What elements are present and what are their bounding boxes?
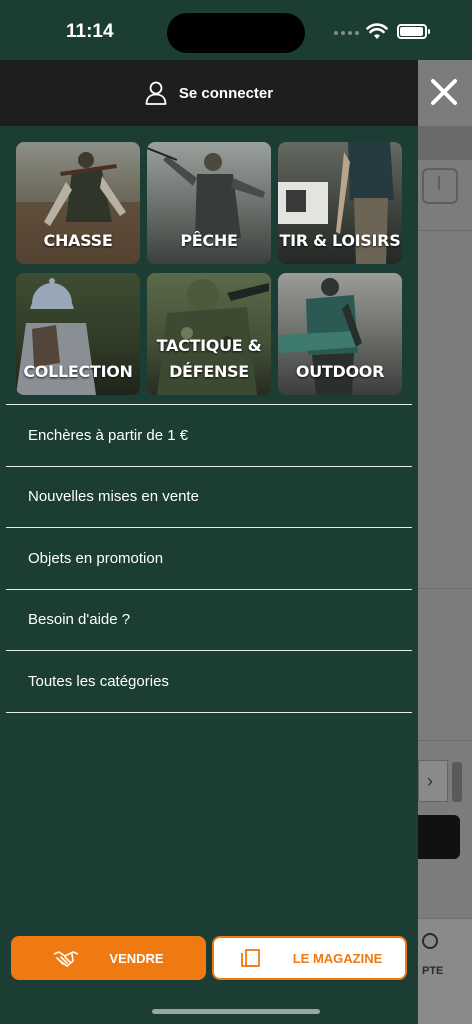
category-tile-tir-loisirs[interactable]: TIR & LOISIRS [278, 142, 402, 264]
menu-item-nouvelles[interactable]: Nouvelles mises en vente [6, 465, 412, 528]
category-tile-tactique-defense[interactable]: TACTIQUE & DÉFENSE [147, 273, 271, 395]
category-tile-chasse[interactable]: CHASSE [16, 142, 140, 264]
menu-item-label: Toutes les catégories [28, 672, 169, 690]
share-icon [422, 168, 458, 204]
sell-button[interactable]: VENDRE [11, 936, 206, 980]
magazine-button[interactable]: LE MAGAZINE [212, 936, 407, 980]
category-tile-collection[interactable]: COLLECTION [16, 273, 140, 395]
account-icon [422, 933, 438, 949]
category-label: COLLECTION [23, 362, 133, 381]
category-label: PÊCHE [180, 231, 238, 250]
handshake-icon [54, 951, 79, 968]
background-divider [418, 740, 472, 741]
tab-label-partial: PTE [422, 965, 444, 977]
menu-divider [6, 711, 412, 713]
status-bar: 11:14 [0, 0, 472, 60]
status-time: 11:14 [66, 21, 114, 42]
close-icon[interactable] [424, 72, 464, 112]
menu-item-promotion[interactable]: Objets en promotion [6, 527, 412, 589]
battery-icon [397, 24, 430, 39]
login-label: Se connecter [178, 84, 274, 102]
drawer-menu: Enchères à partir de 1 € Nouvelles mises… [6, 404, 412, 713]
category-label: TACTIQUE & DÉFENSE [156, 336, 262, 381]
user-icon [145, 81, 167, 105]
menu-item-label: Besoin d'aide ? [28, 611, 131, 629]
category-label: CHASSE [43, 231, 113, 250]
background-tab-bar: PTE [418, 918, 472, 1024]
background-divider [418, 230, 472, 231]
wifi-icon [366, 23, 388, 39]
background-button [418, 815, 460, 859]
menu-item-label: Enchères à partir de 1 € [28, 426, 189, 444]
magazine-label: LE MAGAZINE [292, 950, 383, 966]
login-button[interactable]: Se connecter [0, 60, 418, 126]
category-tile-outdoor[interactable]: OUTDOOR [278, 273, 402, 395]
home-indicator [152, 1009, 320, 1014]
menu-item-aide[interactable]: Besoin d'aide ? [6, 588, 412, 651]
menu-item-encheres[interactable]: Enchères à partir de 1 € [6, 404, 412, 466]
chevron-right-icon: › [418, 760, 448, 802]
background-divider [418, 588, 472, 589]
magazine-icon [240, 949, 260, 967]
action-row: VENDRE LE MAGAZINE [11, 936, 407, 982]
signal-icon [334, 31, 359, 35]
navigation-drawer: Se connecter CHASSE PÊCHE TIR & LOISIRS … [0, 60, 418, 1024]
category-tile-peche[interactable]: PÊCHE [147, 142, 271, 264]
menu-item-categories[interactable]: Toutes les catégories [6, 650, 412, 712]
menu-item-label: Nouvelles mises en vente [28, 488, 199, 506]
dynamic-island [167, 13, 305, 53]
category-label: OUTDOOR [295, 362, 385, 381]
category-label: TIR & LOISIRS [279, 231, 401, 250]
background-scrollbar [452, 762, 462, 802]
sell-label: VENDRE [109, 950, 164, 966]
menu-item-label: Objets en promotion [28, 549, 164, 567]
background-strip [418, 126, 472, 160]
